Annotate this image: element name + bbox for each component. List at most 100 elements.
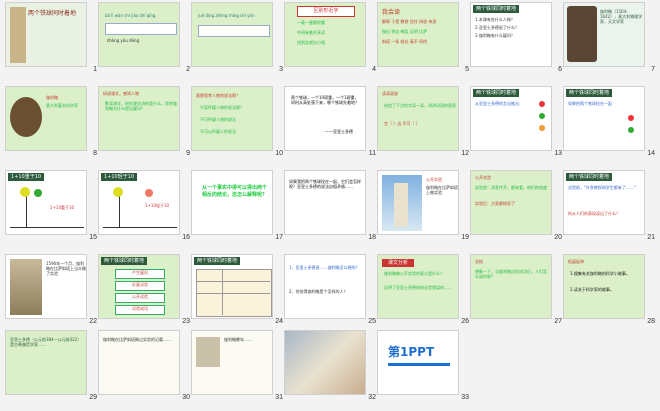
slide-number: 33 <box>461 394 469 401</box>
slide-thumbnail[interactable]: 1+10轻于10 1+10轻于10 16 <box>98 170 192 249</box>
slide-thumbnail[interactable]: 研读课文，感知人物 默读课文，研究课文讲的是什么，思考伽利略为什么提出疑问？ 9 <box>98 86 192 165</box>
slide-thumbnail[interactable]: 伽利略在比萨斜塔做过实验的记载…… 30 <box>98 330 192 409</box>
slide-number: 20 <box>554 234 562 241</box>
slide-21-question: 你从人们的表现读出了什么？ <box>568 211 620 216</box>
slide-number: 13 <box>554 150 562 157</box>
slide-number: 22 <box>89 318 97 325</box>
slide-number: 1 <box>93 66 97 73</box>
slide-thumbnail[interactable]: 观察思考人物的说法呢？ 不容怀疑人物的说法呢？ 不可怀疑人物的说法 不可以怀疑人… <box>191 86 285 165</box>
slide-number: 29 <box>89 394 97 401</box>
slide-thumbnail[interactable]: 1590年一个月，伽利略在比萨斜塔上当众做了实验 22 <box>5 254 99 333</box>
slide-thumbnail[interactable]: 伽利略晚年…… 31 <box>191 330 285 409</box>
slide-number: 11 <box>368 150 376 157</box>
slide-number: 16 <box>182 234 190 241</box>
slide-number: 18 <box>368 234 376 241</box>
slide-4-item: 找到这就光小相 <box>297 40 325 45</box>
slide-23-step: 试验成功 <box>115 305 165 315</box>
slide-thumbnail[interactable]: 从一个事实中得可以得出两个相反的结论，这怎么解释呢？ 17 <box>191 170 285 249</box>
slide-sorter-grid: 两个铁球同时着地 1 bā lì wán shí jiào zhí qīng z… <box>0 0 660 411</box>
slide-4-title: 区别形近字 <box>297 6 355 17</box>
slide-14-title: 两个铁球同时着地 <box>566 89 613 97</box>
slide-number: 26 <box>461 318 469 325</box>
slide-27-title: 总结 <box>475 259 483 264</box>
slide-number: 31 <box>275 394 283 401</box>
slide-33-logo: 第1PPT <box>388 345 435 359</box>
slide-number: 8 <box>93 150 97 157</box>
slide-number: 21 <box>647 234 655 241</box>
slide-19-title: 公开实验 <box>426 177 442 182</box>
slide-number: 14 <box>647 150 655 157</box>
slide-15-label: 1+10重于10 <box>50 205 75 210</box>
slide-thumbnail[interactable]: 区别形近字 一毫一厘都很重 中间有着共享读 找到这就光小相 4 <box>284 2 378 81</box>
slide-6-title: 两个铁球同时着地 <box>473 5 520 13</box>
slide-28-item: 1.搜集有关伽利略的科学小故事。 <box>570 271 630 276</box>
slide-number: 17 <box>275 234 283 241</box>
slide-thumbnail[interactable]: 伽利略 意大利著名科学家 8 <box>5 86 99 165</box>
slide-28-title: 拓展延伸 <box>568 259 584 264</box>
slide-thumbnail[interactable]: 如果我把两个铁球拴在一起，它们会怎样呢？亚里士多德的说法自相矛盾…… 18 <box>284 170 378 249</box>
slide-thumbnail[interactable]: 两个铁球，一个10磅重，一个1磅重，同时从高处落下来，哪个铁球先着地？ ——亚里… <box>284 86 378 165</box>
slide-13-title: 两个铁球同时着地 <box>473 89 520 97</box>
slide-4-item: 中间有着共享读 <box>297 30 325 35</box>
slide-number: 4 <box>372 66 376 73</box>
slide-thumbnail[interactable]: 两个铁球同时着地 1 <box>5 2 99 81</box>
slide-thumbnail[interactable]: 公开实验 实验前：消息传开，都来看，他们的态度 实验后：大家都惊呆了 20 <box>470 170 564 249</box>
slide-23-step: 产生疑问 <box>115 269 165 279</box>
slide-number: 32 <box>368 394 376 401</box>
slide-thumbnail[interactable]: jué dìng zhèng míng shì yàn 3 <box>191 2 285 81</box>
slide-thumbnail[interactable]: 读读说说 给加了下点的字读一读，讲讲词语的意思 言（ ）出 不可（ ） 12 <box>377 86 471 165</box>
slide-23-step: 反复试验 <box>115 281 165 291</box>
slide-thumbnail[interactable]: 两个铁球同时着地 24 <box>191 254 285 333</box>
slide-number: 10 <box>275 150 283 157</box>
slide-5-title: 我会读 <box>382 9 401 16</box>
slide-thumbnail[interactable]: 两个铁球同时着地 产生疑问 反复试验 公开试验 试验成功 23 <box>98 254 192 333</box>
slide-number: 3 <box>279 66 283 73</box>
slide-number: 30 <box>182 394 190 401</box>
slide-10-title: 观察思考人物的说法呢？ <box>196 93 240 98</box>
slide-thumbnail[interactable]: 公开实验 伽利略在比萨斜塔上做实验 19 <box>377 170 471 249</box>
slide-thumbnail[interactable]: 两个铁球同时着地 从亚里士多德的言论推出： 13 <box>470 86 564 165</box>
slide-15-title: 1+10重于10 <box>8 173 45 181</box>
slide-4-item: 一毫一厘都很重 <box>297 20 325 25</box>
slide-number: 9 <box>186 150 190 157</box>
slide-thumbnail[interactable]: 第1PPT 33 <box>377 330 471 409</box>
slide-12-title: 读读说说 <box>382 91 398 96</box>
slide-23-step: 公开试验 <box>115 293 165 303</box>
slide-thumbnail[interactable]: 总结 想象一下，当伽利略试验成功后，人们怎么说的呢？ 27 <box>470 254 564 333</box>
slide-1-title: 两个铁球同时着地 <box>28 10 77 17</box>
slide-thumbnail[interactable]: 我会读 解释 于是 教授 信任 辩驳 亲身 抛出 称自 嘲笑 证明 比萨 斜塔 … <box>377 2 471 81</box>
slide-9-title: 研读课文，感知人物 <box>103 91 139 96</box>
slide-thumbnail[interactable]: 课文分析 伽利略做公开实验的意义是什么？ 证明了亚里士多德的结论是错误的…… 2… <box>377 254 471 333</box>
slide-17-text: 从一个事实中得可以得出两个相反的结论，这怎么解释呢？ <box>202 185 268 198</box>
slide-20-title: 公开实验 <box>475 175 491 180</box>
slide-thumbnail[interactable]: bā lì wán shí jiào zhí qīng zhòng yōu dē… <box>98 2 192 81</box>
slide-number: 25 <box>368 318 376 325</box>
slide-number: 2 <box>186 66 190 73</box>
slide-21-title: 两个铁球同时着地 <box>566 173 613 181</box>
slide-thumbnail[interactable]: 拓展延伸 1.搜集有关伽利略的科学小故事。 2.读关于科学家的故事。 28 <box>563 254 657 333</box>
slide-number: 28 <box>647 318 655 325</box>
slide-number: 19 <box>461 234 469 241</box>
slide-number: 6 <box>558 66 562 73</box>
slide-thumbnail[interactable]: 1、亚里士多德说……伽利略怎么想的？ 2、你觉得伽利略是个怎样的人？ 25 <box>284 254 378 333</box>
slide-thumbnail[interactable]: 两个铁球同时着地 试验前，"许多教授和学生都来了……" 你从人们的表现读出了什么… <box>563 170 657 249</box>
slide-number: 15 <box>89 234 97 241</box>
slide-16-label: 1+10轻于10 <box>145 203 170 208</box>
slide-number: 7 <box>651 66 655 73</box>
slide-thumbnail[interactable]: 亚里士多德（公元前384—公元前322）是古希腊哲学家…… 29 <box>5 330 99 409</box>
slide-number: 23 <box>182 318 190 325</box>
slide-thumbnail[interactable]: 32 <box>284 330 378 409</box>
slide-24-title: 两个铁球同时着地 <box>194 257 241 265</box>
slide-thumbnail[interactable]: 1+10重于10 1+10重于10 15 <box>5 170 99 249</box>
slide-thumbnail[interactable]: 两个铁球同时着地 1.本课有些什么人物？ 2.亚里士多德说了什么？ 3.伽利略有… <box>470 2 564 81</box>
slide-number: 27 <box>554 318 562 325</box>
slide-23-title: 两个铁球同时着地 <box>101 257 148 265</box>
slide-number: 24 <box>275 318 283 325</box>
slide-number: 5 <box>465 66 469 73</box>
slide-thumbnail[interactable]: 伽利略（1564-1642），意大利物理学家、天文学家 7 <box>563 2 657 81</box>
slide-thumbnail[interactable]: 两个铁球同时着地 如果把两个铁球拴在一起 14 <box>563 86 657 165</box>
slide-26-title: 课文分析 <box>382 259 414 267</box>
slide-11-source: ——亚里士多德 <box>325 129 353 134</box>
slide-16-title: 1+10轻于10 <box>101 173 138 181</box>
slide-28-item: 2.读关于科学家的故事。 <box>570 287 614 292</box>
